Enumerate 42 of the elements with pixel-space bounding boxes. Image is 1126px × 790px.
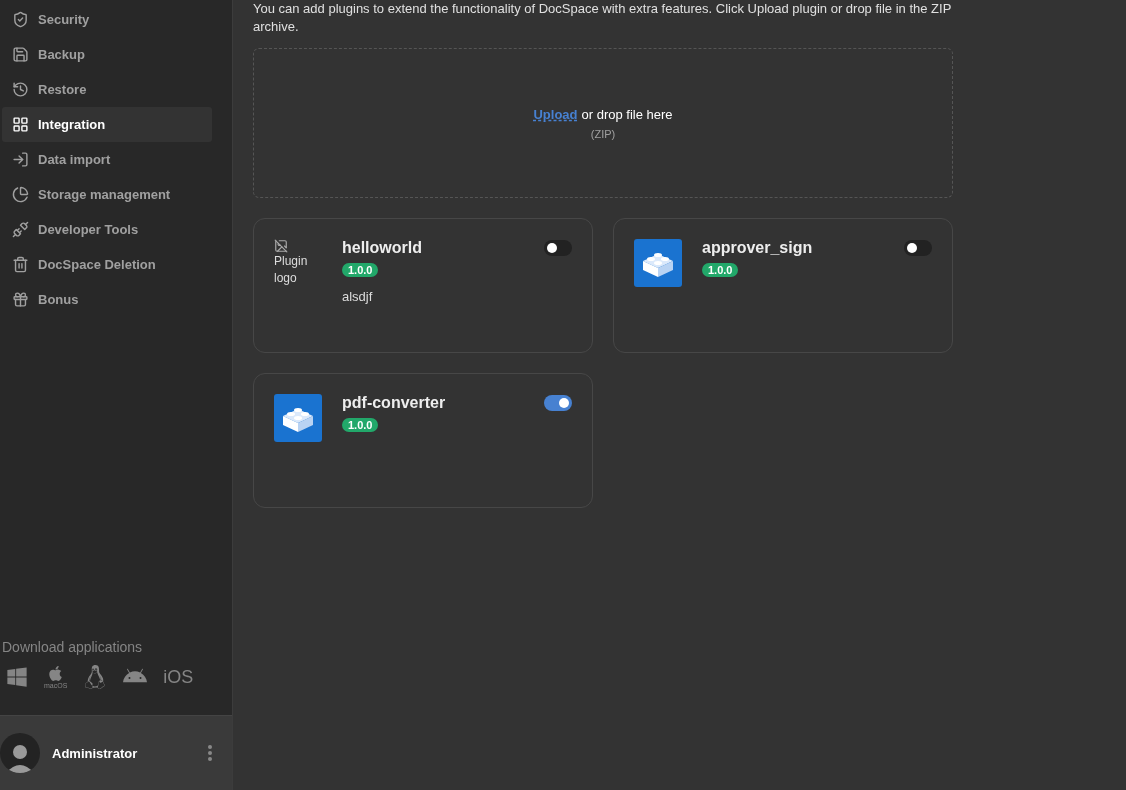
description-text: You can add plugins to extend the functionality of DocSpace with extra features. Click Upload plugin or drop file in the ZIP archive.	[253, 0, 953, 36]
pie-chart-icon	[12, 186, 29, 203]
toggle-switch[interactable]	[544, 395, 572, 411]
broken-image-icon	[274, 239, 288, 253]
sidebar-item[interactable]: Data import	[2, 142, 212, 177]
grid-icon	[12, 116, 29, 133]
sidebar-item[interactable]: DocSpace Deletion	[2, 247, 212, 282]
avatar-icon	[0, 733, 40, 773]
unplug-icon	[12, 221, 29, 238]
sidebar-item[interactable]: Restore	[2, 72, 212, 107]
penguin-icon[interactable]	[83, 665, 108, 689]
toggle-switch[interactable]	[544, 240, 572, 256]
version-tag: 1.0.0	[342, 418, 379, 432]
download-title: Download applications	[1, 639, 144, 655]
plugin-name: helloworld	[342, 239, 422, 257]
upload-link[interactable]: Upload	[533, 106, 578, 122]
history-icon	[12, 81, 29, 98]
plugin-name: pdf-converter	[342, 394, 446, 412]
plugin-description: alsdjf	[342, 289, 374, 304]
more-icon[interactable]	[208, 745, 212, 761]
plugin-name: approver_sign	[702, 239, 813, 257]
drop-text: or drop file here	[581, 106, 673, 122]
sidebar-item[interactable]: Backup	[2, 37, 212, 72]
user-name: Administrator	[52, 745, 139, 761]
windows-icon[interactable]	[6, 666, 28, 688]
gift-icon	[12, 291, 29, 308]
ios-link[interactable]: iOS	[163, 666, 194, 688]
sidebar-item[interactable]: Storage management	[2, 177, 212, 212]
sidebar-item[interactable]: Developer Tools	[2, 212, 212, 247]
sidebar-item[interactable]: Integration	[2, 107, 212, 142]
version-tag: 1.0.0	[342, 263, 379, 277]
apple-icon	[47, 665, 65, 682]
toggle-switch[interactable]	[904, 240, 932, 256]
shield-icon	[12, 11, 29, 28]
trash-icon	[12, 256, 29, 273]
drop-zone[interactable]: Upload or drop file here (ZIP)	[253, 48, 953, 198]
import-icon	[12, 151, 29, 168]
sidebar-item[interactable]: Security	[2, 2, 212, 37]
logo-alt-text: Plugin logo	[274, 253, 309, 287]
file-type-hint: (ZIP)	[590, 127, 616, 140]
version-tag: 1.0.0	[702, 263, 739, 277]
sidebar-item[interactable]: Bonus	[2, 282, 212, 317]
